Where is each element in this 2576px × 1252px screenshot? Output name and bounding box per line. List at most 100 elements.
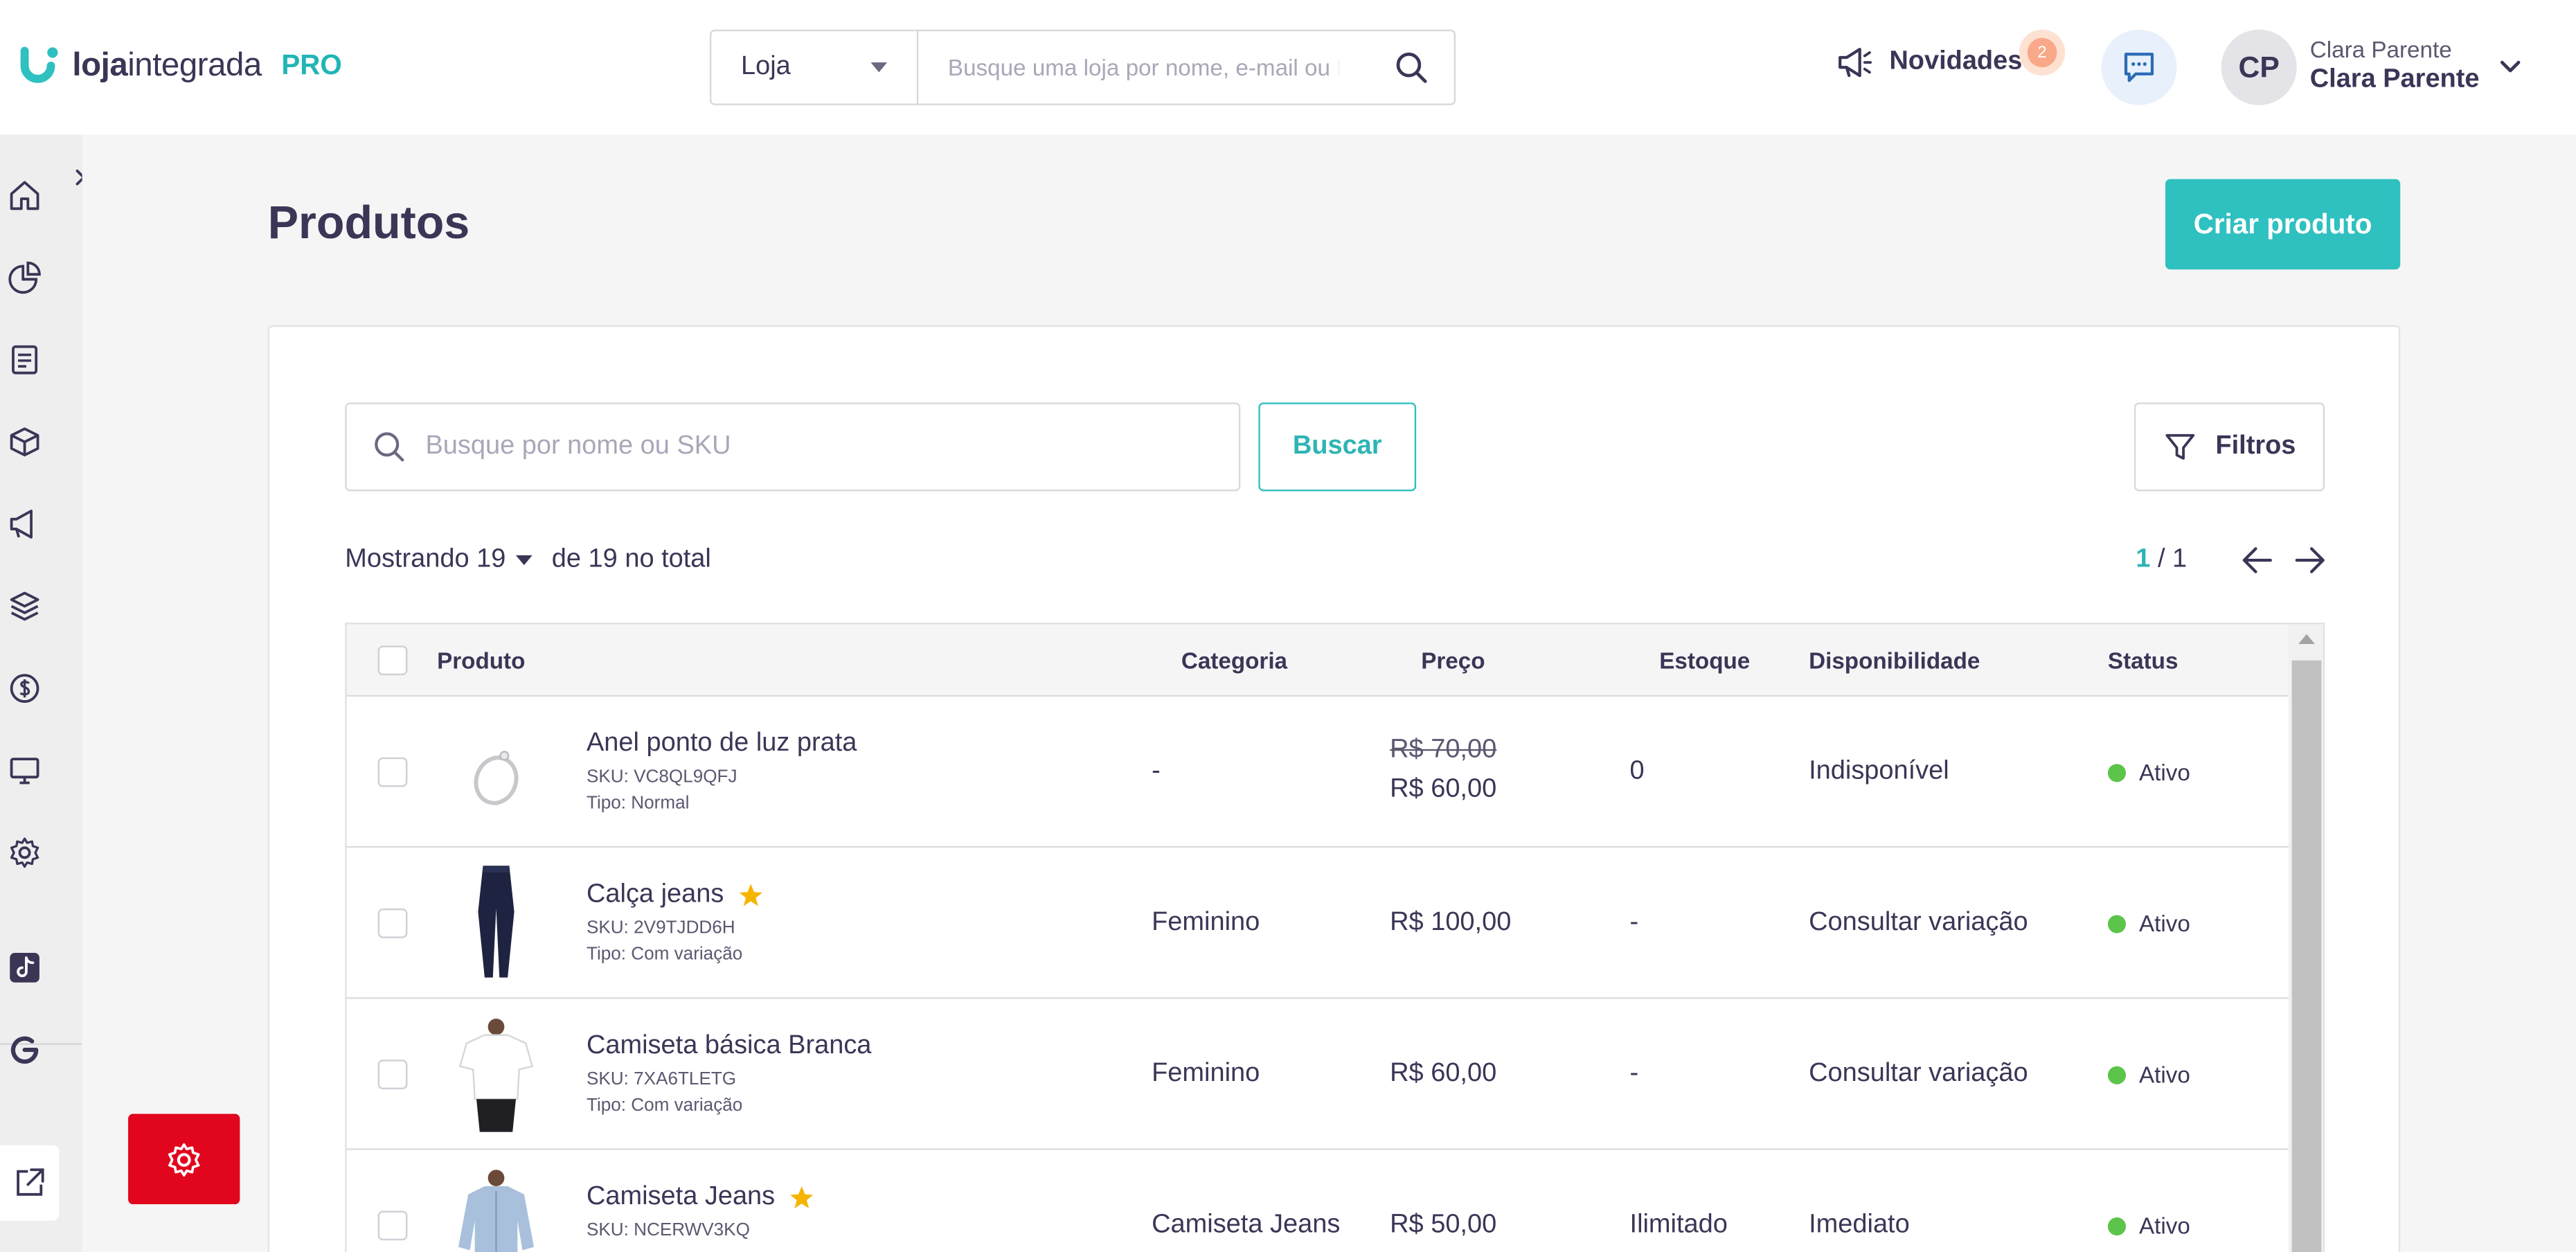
tiktok-icon[interactable] [6,949,42,985]
select-all-checkbox[interactable] [377,645,408,676]
table-header: Produto Categoria Preço Estoque Disponib… [346,624,2289,697]
product-stock: - [1629,908,1639,937]
caret-down-icon[interactable] [515,555,533,566]
home-icon[interactable] [6,177,42,213]
product-name[interactable]: Anel ponto de luz prata [587,729,857,759]
external-link-icon [17,1168,44,1196]
store-search: Loja [709,29,1456,105]
store-scope-select[interactable]: Loja [711,31,919,104]
avatar[interactable]: CP [2221,29,2297,105]
product-name[interactable]: Calça jeans [587,881,763,911]
page-title: Produtos [267,197,470,249]
create-product-button[interactable]: Criar produto [2165,179,2401,270]
orders-icon[interactable] [6,341,42,377]
product-sku: SKU: NCERWV3KQ [586,1220,750,1241]
product-category: Feminino [1152,1059,1260,1088]
header-product[interactable]: Produto [437,647,525,674]
current-page: 1 [2136,545,2151,574]
arrow-right-icon[interactable] [2292,542,2328,578]
row-checkbox[interactable] [377,908,408,938]
row-checkbox[interactable] [377,757,408,787]
product-type: Tipo: Com variação [586,945,743,965]
news-label: Novidades [1889,47,2023,76]
product-sku: SKU: VC8QL9QFJ [586,767,737,787]
table-row[interactable]: Calça jeans SKU: 2V9TJDD6H Tipo: Com var… [346,848,2289,999]
pie-chart-icon[interactable] [6,260,42,296]
product-stock: 0 [1629,757,1645,786]
header-stock[interactable]: Estoque [1659,647,1750,674]
status-dot [2107,914,2127,933]
table-row[interactable]: Camiseta básica Branca SKU: 7XA6TLETG Ti… [346,999,2289,1150]
scrollbar-thumb[interactable] [2291,660,2322,1252]
store-search-input[interactable] [918,31,1369,104]
product-price: R$ 50,00 [1390,1210,1497,1239]
gear-icon [168,1142,200,1176]
layers-icon[interactable] [6,588,42,624]
user-menu[interactable]: Clara Parente Clara Parente [2309,36,2480,96]
brand-tier: PRO [281,49,342,81]
search-icon[interactable] [1368,31,1454,103]
news-count-badge: 2 [2019,29,2066,76]
product-availability: Consultar variação [1809,908,2028,937]
star-icon [789,1186,813,1208]
settings-fab-button[interactable] [128,1114,240,1205]
megaphone-icon [1839,48,1872,78]
caret-down-icon [870,62,888,73]
product-image-ring [451,711,540,833]
product-name[interactable]: Camiseta Jeans [587,1183,814,1213]
brand-logo[interactable]: lojaintegrada PRO [19,46,342,85]
chat-button[interactable] [2101,29,2177,105]
product-search-input[interactable] [425,431,1239,462]
filters-label: Filtros [2215,431,2296,460]
product-image-tshirt [451,1014,540,1136]
box-icon[interactable] [6,424,42,460]
product-image-denim-shirt [451,1165,540,1252]
product-stock: - [1629,1059,1639,1088]
product-stock: Ilimitado [1629,1210,1728,1239]
status-dot [2107,1216,2127,1235]
google-icon[interactable] [6,1032,42,1068]
news-button[interactable]: Novidades [1836,46,2022,78]
app: lojaintegrada PRO Loja Novidades 2 CP Cl… [0,0,2576,1252]
table-scrollbar[interactable] [2288,624,2323,1252]
products-table: Produto Categoria Preço Estoque Disponib… [345,623,2325,1252]
logo-icon [20,46,58,83]
marketing-icon[interactable] [6,506,42,542]
status-badge: Ativo [2107,1213,2190,1239]
products-card: Buscar Filtros Mostrando 19 de 19 no tot… [267,325,2401,1252]
table-row[interactable]: Camiseta Jeans SKU: NCERWV3KQ Camiseta J… [346,1150,2289,1252]
header-category[interactable]: Categoria [1181,647,1287,674]
product-price: R$ 100,00 [1390,908,1512,937]
product-sku: SKU: 7XA6TLETG [586,1069,737,1089]
product-name[interactable]: Camiseta básica Branca [587,1032,871,1062]
filters-button[interactable]: Filtros [2134,402,2325,492]
chevron-down-icon[interactable] [2497,56,2523,79]
row-checkbox[interactable] [377,1059,408,1089]
product-price: R$ 60,00 [1390,1059,1497,1088]
status-badge: Ativo [2107,910,2190,936]
user-name-secondary: Clara Parente [2309,36,2452,63]
header-availability[interactable]: Disponibilidade [1809,647,1980,674]
total-pages: / 1 [2157,545,2188,574]
header-price[interactable]: Preço [1421,647,1485,674]
scroll-up-arrow-icon[interactable] [2298,634,2315,645]
table-row[interactable]: Anel ponto de luz prata SKU: VC8QL9QFJ T… [346,696,2289,848]
product-category: - [1152,757,1161,786]
star-icon [738,884,762,906]
gear-icon[interactable] [6,834,42,870]
dollar-icon[interactable] [6,670,42,706]
store-scope-value: Loja [740,52,791,81]
product-image-jeans [451,863,540,985]
product-sku: SKU: 2V9TJDD6H [586,918,735,938]
header-status[interactable]: Status [2108,647,2179,674]
page-size-select[interactable]: Mostrando 19 [345,546,506,575]
pagination-indicator: 1 / 1 [2136,546,2187,575]
monitor-icon[interactable] [6,753,42,789]
arrow-left-icon[interactable] [2239,542,2275,578]
chat-icon [2124,53,2154,82]
external-link-button[interactable] [0,1145,60,1221]
product-category: Camiseta Jeans [1152,1210,1341,1239]
row-checkbox[interactable] [377,1210,408,1241]
status-badge: Ativo [2107,759,2190,785]
search-button[interactable]: Buscar [1258,402,1417,492]
